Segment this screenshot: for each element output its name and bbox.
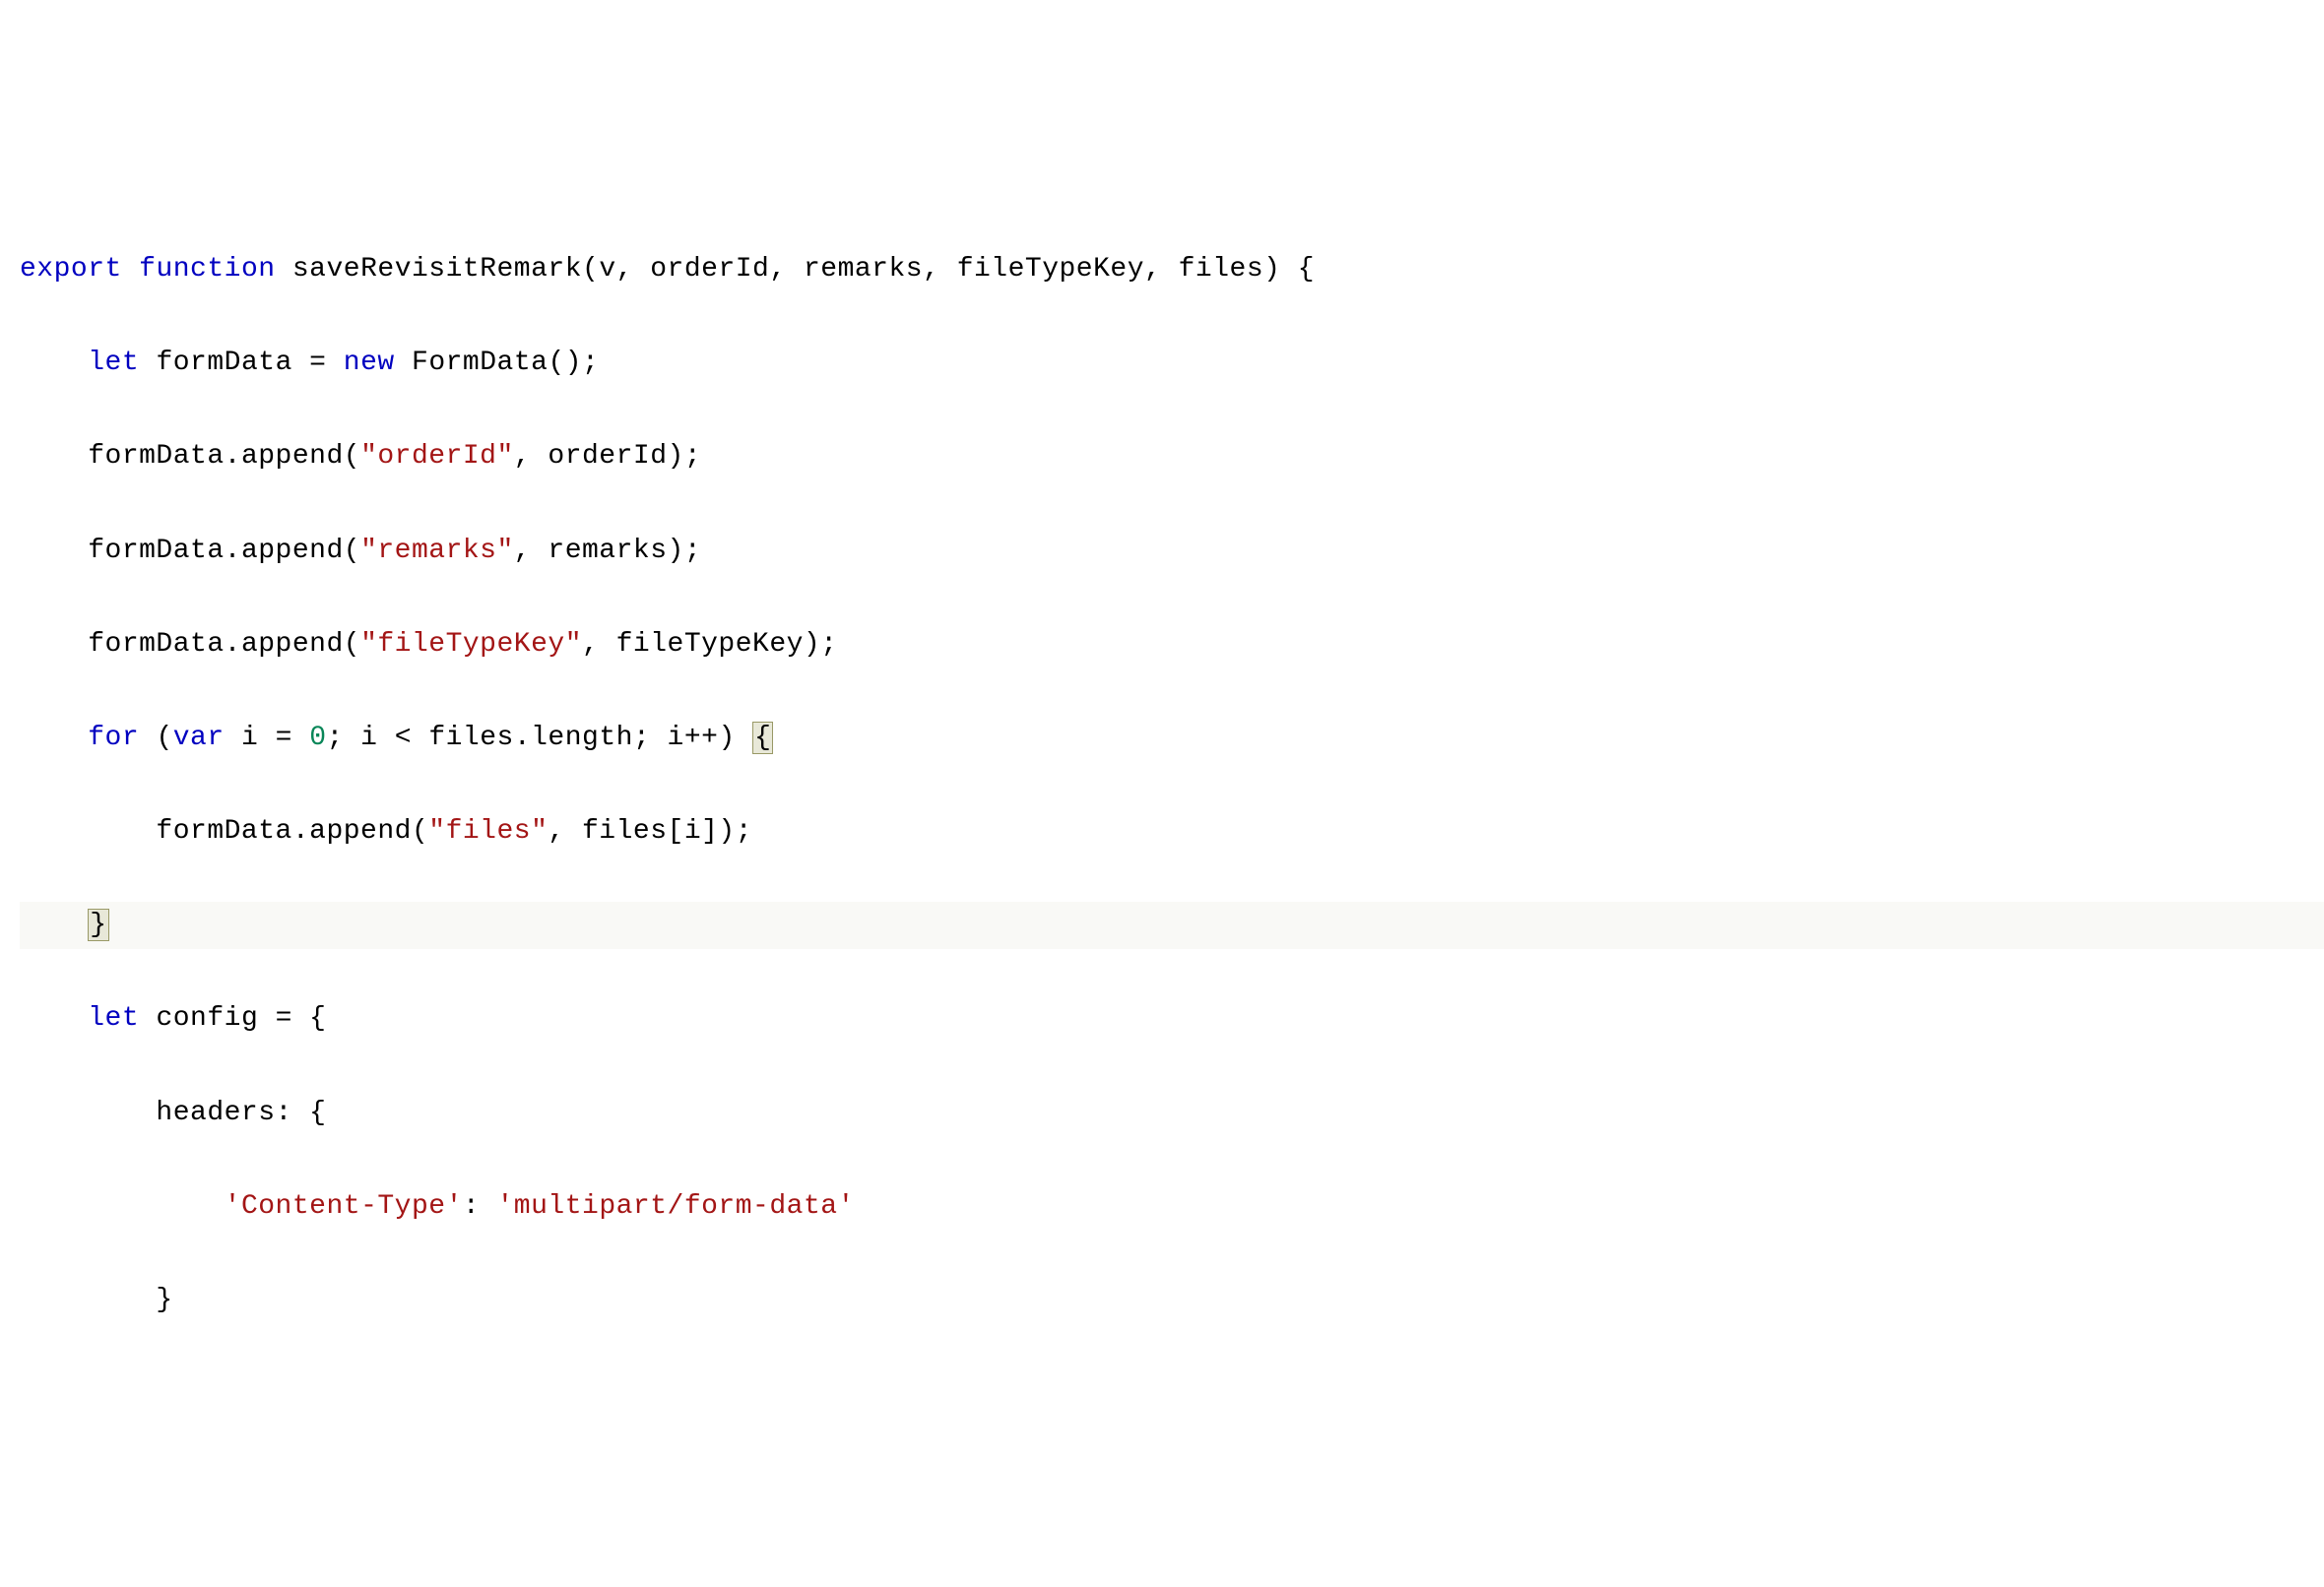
- property: headers: {: [156, 1098, 326, 1128]
- function-name: saveRevisitRemark: [292, 254, 582, 285]
- code-line-6[interactable]: for (var i = 0; i < files.length; i++) {: [20, 715, 2324, 762]
- brace-close: }: [156, 1285, 172, 1315]
- text: ; i < files.length; i++): [327, 723, 753, 753]
- text: , remarks);: [514, 536, 701, 566]
- string-literal: "remarks": [360, 536, 514, 566]
- number-literal: 0: [309, 723, 326, 753]
- keyword-for: for: [88, 723, 139, 753]
- code-line-10[interactable]: headers: {: [20, 1090, 2324, 1137]
- code-line-7[interactable]: formData.append("files", files[i]);: [20, 808, 2324, 856]
- text: , fileTypeKey);: [582, 629, 838, 660]
- text: i =: [225, 723, 310, 753]
- text: config = {: [139, 1003, 326, 1034]
- text: , files[i]);: [548, 816, 752, 847]
- keyword-function: function: [139, 254, 275, 285]
- keyword-var: var: [173, 723, 225, 753]
- method-call: formData.append(: [156, 816, 428, 847]
- code-line-9[interactable]: let config = {: [20, 995, 2324, 1043]
- code-line-3[interactable]: formData.append("orderId", orderId);: [20, 433, 2324, 480]
- code-line-11[interactable]: 'Content-Type': 'multipart/form-data': [20, 1183, 2324, 1231]
- text: , orderId);: [514, 441, 701, 472]
- code-line-5[interactable]: formData.append("fileTypeKey", fileTypeK…: [20, 621, 2324, 668]
- string-literal: "fileTypeKey": [360, 629, 582, 660]
- brace-close-match: }: [88, 909, 108, 941]
- text: =: [292, 348, 344, 378]
- text: :: [463, 1191, 497, 1222]
- string-value: 'multipart/form-data': [497, 1191, 855, 1222]
- method-call: formData.append(: [88, 441, 360, 472]
- params: (v, orderId, remarks, fileTypeKey, files…: [582, 254, 1315, 285]
- code-line-8-current[interactable]: }: [20, 902, 2324, 949]
- keyword-export: export: [20, 254, 122, 285]
- method-call: formData.append(: [88, 536, 360, 566]
- identifier: formData: [156, 348, 291, 378]
- code-line-1[interactable]: export function saveRevisitRemark(v, ord…: [20, 246, 2324, 293]
- brace-open-match: {: [752, 722, 773, 754]
- string-key: 'Content-Type': [225, 1191, 463, 1222]
- method-call: formData.append(: [88, 629, 360, 660]
- keyword-new: new: [344, 348, 395, 378]
- string-literal: "orderId": [360, 441, 514, 472]
- string-literal: "files": [428, 816, 548, 847]
- code-line-12[interactable]: }: [20, 1277, 2324, 1324]
- keyword-let: let: [88, 348, 139, 378]
- keyword-let: let: [88, 1003, 139, 1034]
- code-line-2[interactable]: let formData = new FormData();: [20, 340, 2324, 387]
- constructor-call: FormData();: [395, 348, 600, 378]
- code-line-4[interactable]: formData.append("remarks", remarks);: [20, 528, 2324, 575]
- code-editor[interactable]: export function saveRevisitRemark(v, ord…: [20, 199, 2324, 1341]
- text: (: [139, 723, 173, 753]
